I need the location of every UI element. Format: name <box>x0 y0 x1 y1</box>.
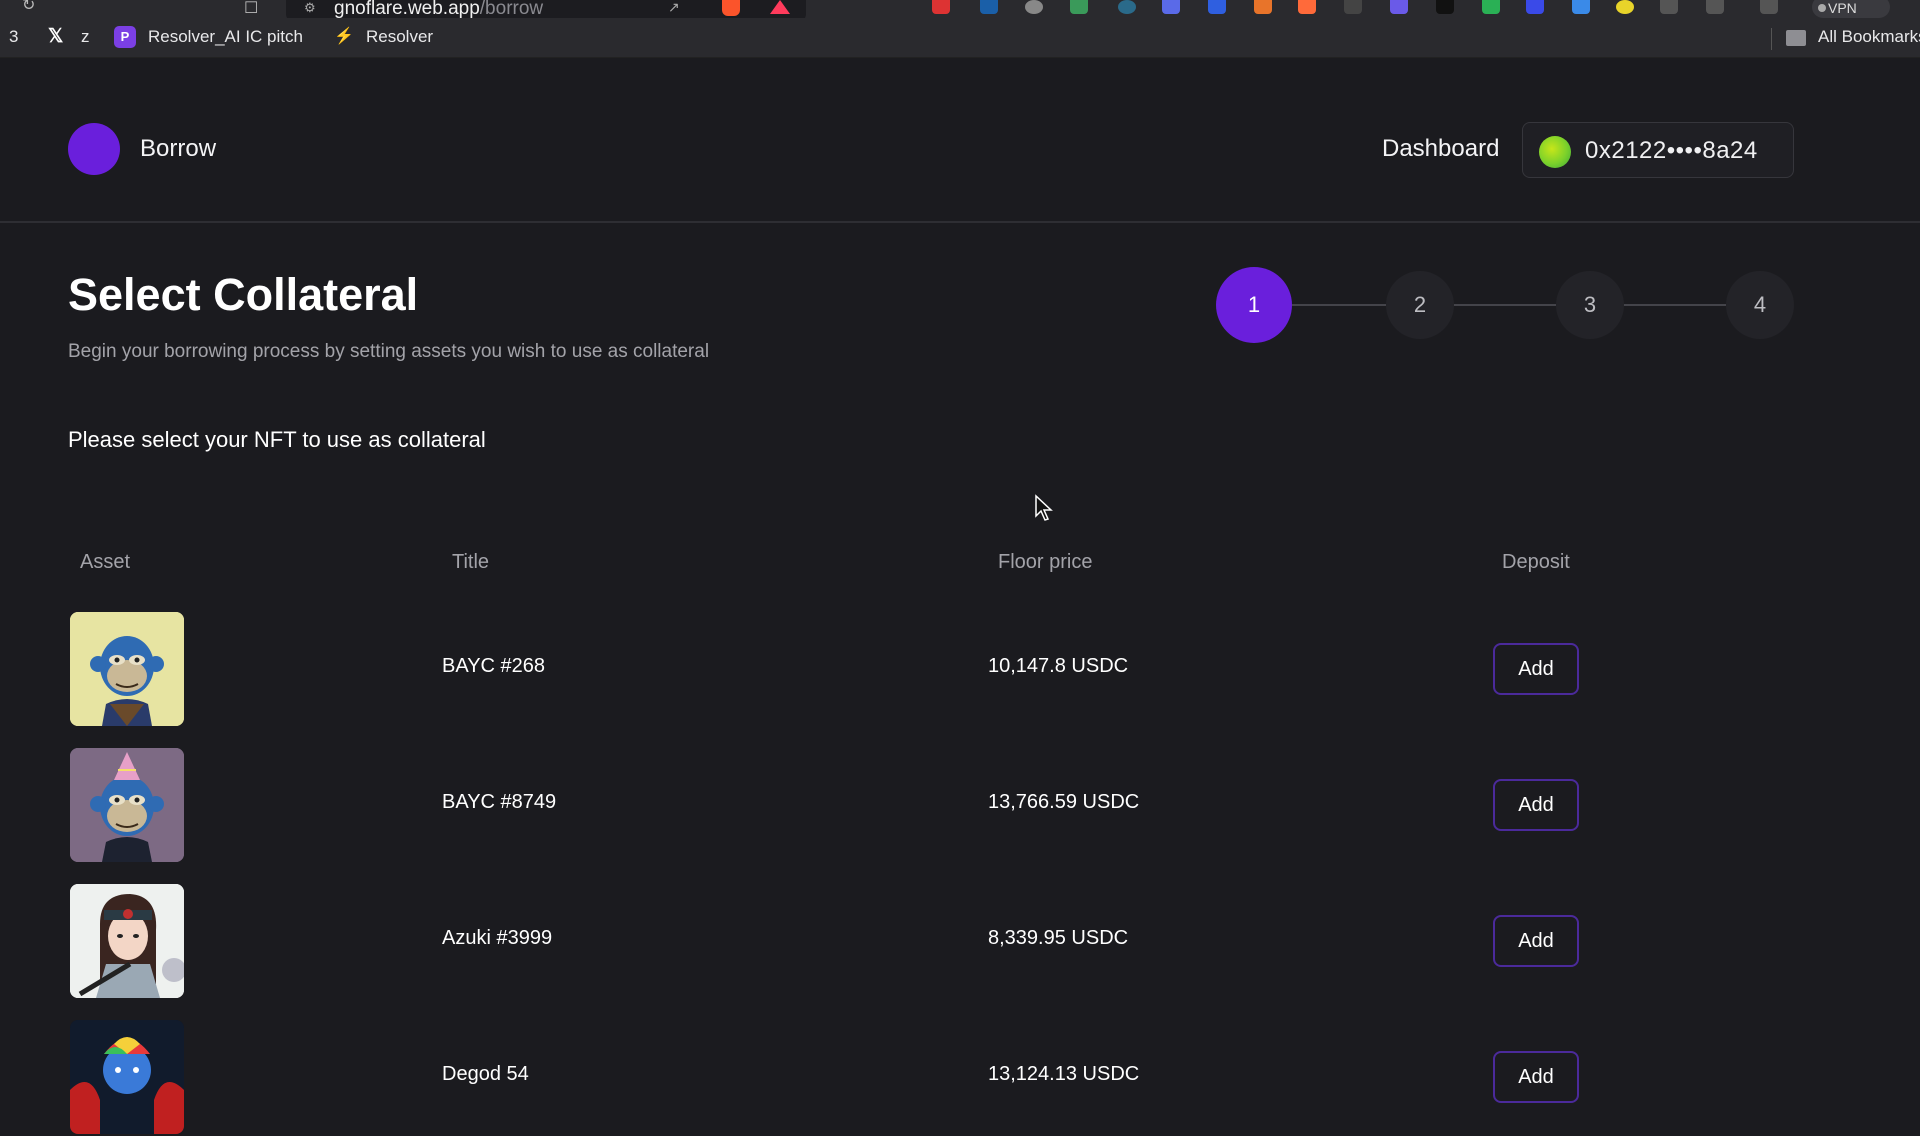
nft-thumbnail <box>70 1020 184 1134</box>
brave-shields-icon[interactable] <box>722 0 740 16</box>
step-connector <box>1622 304 1726 306</box>
nft-floor-price: 13,766.59 USDC <box>988 791 1140 813</box>
share-icon[interactable]: ↗ <box>668 0 680 16</box>
nft-title: BAYC #8749 <box>442 791 557 813</box>
page-subtitle: Begin your borrowing process by setting … <box>68 341 710 362</box>
step-connector <box>1452 304 1556 306</box>
brand-logo[interactable] <box>68 123 120 175</box>
wallet-avatar <box>1539 136 1571 168</box>
bookmark-resolver[interactable]: Resolver <box>366 27 433 47</box>
extensions-puzzle-icon[interactable] <box>1660 0 1678 14</box>
table-row: Azuki #3999 8,339.95 USDC Add <box>0 884 1920 1000</box>
nft-title: Azuki #3999 <box>442 927 553 949</box>
extension-icon[interactable] <box>1254 0 1272 14</box>
app-root: Borrow Dashboard 0x2122••••8a24 Select C… <box>0 59 1920 1134</box>
extension-icon[interactable] <box>1162 0 1180 14</box>
extension-icon[interactable] <box>1025 0 1043 14</box>
mouse-pointer-icon <box>1035 494 1053 521</box>
url-host: gnoflare.web.app <box>334 0 480 19</box>
step-connector <box>1292 304 1386 306</box>
lightning-bolt-icon: ⚡ <box>334 28 354 45</box>
add-collateral-button[interactable]: Add <box>1493 915 1579 967</box>
column-header-asset: Asset <box>80 551 131 573</box>
step-1: 1 <box>1216 267 1292 343</box>
folder-icon <box>1786 30 1806 46</box>
extension-icon[interactable] <box>1390 0 1408 14</box>
nft-thumbnail <box>70 884 184 998</box>
table-row: BAYC #8749 13,766.59 USDC Add <box>0 748 1920 864</box>
nft-thumbnail <box>70 612 184 726</box>
progress-stepper: 1 2 3 4 <box>1216 267 1794 343</box>
url-path: /borrow <box>479 0 544 19</box>
bookmarks-bar: 3 𝕏 z P Resolver_AI IC pitch ⚡ Resolver … <box>0 18 1920 58</box>
nft-floor-price: 10,147.8 USDC <box>988 655 1129 677</box>
bookmark-3[interactable]: 3 <box>9 27 18 47</box>
column-header-deposit: Deposit <box>1502 551 1570 573</box>
bookmarks-divider <box>1771 28 1772 50</box>
extension-icon[interactable] <box>1118 0 1136 14</box>
extension-icon[interactable] <box>1070 0 1088 14</box>
bookmark-resolver-ai-ic-pitch[interactable]: Resolver_AI IC pitch <box>148 27 303 47</box>
brand-title[interactable]: Borrow <box>140 135 216 163</box>
extension-icon[interactable] <box>980 0 998 14</box>
app-header: Borrow Dashboard 0x2122••••8a24 <box>0 59 1920 223</box>
add-collateral-button[interactable]: Add <box>1493 779 1579 831</box>
nft-floor-price: 13,124.13 USDC <box>988 1063 1140 1085</box>
wallet-address: 0x2122••••8a24 <box>1585 137 1758 164</box>
wallet-button[interactable]: 0x2122••••8a24 <box>1522 122 1794 178</box>
extension-icon[interactable] <box>1208 0 1226 14</box>
bookmark-page-icon[interactable]: ☐ <box>244 0 258 18</box>
step-2: 2 <box>1386 271 1454 339</box>
browser-toolbar: ↻ ☐ ⚙ gnoflare.web.app/borrow ↗ VPN <box>0 0 1920 22</box>
reload-icon[interactable]: ↻ <box>22 0 44 14</box>
nft-title: BAYC #268 <box>442 655 546 677</box>
nav-dashboard-link[interactable]: Dashboard <box>1382 135 1499 163</box>
brave-rewards-icon[interactable] <box>770 0 790 14</box>
all-bookmarks[interactable]: All Bookmarks <box>1818 27 1920 47</box>
step-3: 3 <box>1556 271 1624 339</box>
column-header-title: Title <box>452 551 490 573</box>
sidebar-icon[interactable] <box>1706 0 1724 14</box>
extension-icon[interactable] <box>1482 0 1500 14</box>
add-collateral-button[interactable]: Add <box>1493 643 1579 695</box>
extension-icon[interactable] <box>1436 0 1454 14</box>
extension-icon[interactable] <box>1526 0 1544 14</box>
bookmark-z[interactable]: z <box>81 27 90 47</box>
collateral-prompt: Please select your NFT to use as collate… <box>68 427 486 452</box>
table-row: Degod 54 13,124.13 USDC Add <box>0 1020 1920 1136</box>
pitch-logo-icon: P <box>114 26 136 48</box>
extension-icon[interactable] <box>1616 0 1634 14</box>
extension-icon[interactable] <box>932 0 950 14</box>
page-title: Select Collateral <box>68 269 419 320</box>
step-4: 4 <box>1726 271 1794 339</box>
extension-icon[interactable] <box>1572 0 1590 14</box>
site-settings-icon[interactable]: ⚙ <box>304 0 316 16</box>
column-header-floor-price: Floor price <box>998 551 1093 573</box>
extension-icon[interactable] <box>1344 0 1362 14</box>
table-row: BAYC #268 10,147.8 USDC Add <box>0 612 1920 728</box>
x-logo-icon: 𝕏 <box>48 26 64 47</box>
url-text: gnoflare.web.app/borrow <box>334 0 543 20</box>
nft-thumbnail <box>70 748 184 862</box>
wallet-icon[interactable] <box>1760 0 1778 14</box>
nft-floor-price: 8,339.95 USDC <box>988 927 1129 949</box>
add-collateral-button[interactable]: Add <box>1493 1051 1579 1103</box>
vpn-button[interactable]: VPN <box>1812 0 1890 18</box>
extension-icon[interactable] <box>1298 0 1316 14</box>
nft-title: Degod 54 <box>442 1063 529 1085</box>
